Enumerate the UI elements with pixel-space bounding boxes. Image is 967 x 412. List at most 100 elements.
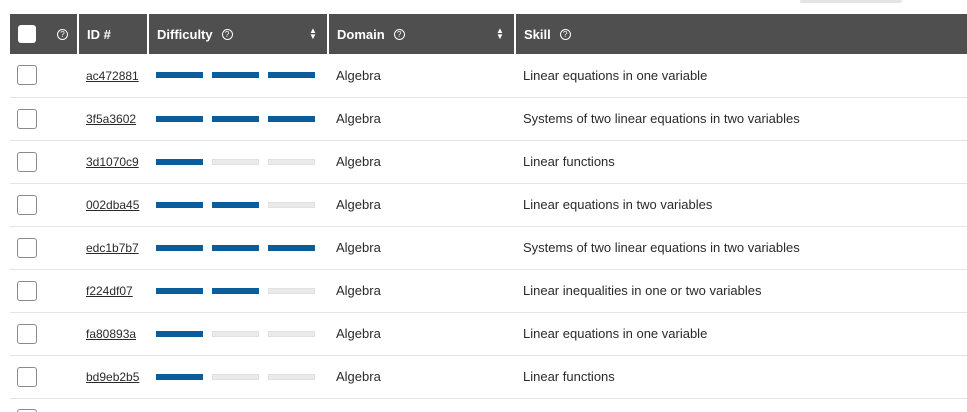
difficulty-meter	[156, 158, 328, 165]
row-checkbox[interactable]	[17, 65, 37, 86]
row-select-cell	[10, 183, 78, 227]
domain-cell: Algebra	[328, 183, 515, 227]
row-select-cell	[10, 355, 78, 399]
id-cell: f224df07	[78, 269, 148, 313]
domain-column-header[interactable]: Domain ? ▲ ▼	[328, 14, 516, 54]
table-row: 3f5a3602 Algebra Systems of two linear equ…	[10, 97, 967, 141]
domain-column-label: Domain	[337, 26, 385, 42]
difficulty-cell	[148, 226, 328, 270]
domain-cell: Algebra	[328, 140, 515, 184]
id-cell: 3f5a3602	[78, 97, 148, 141]
difficulty-column-header[interactable]: Difficulty ? ▲ ▼	[148, 14, 329, 54]
difficulty-bar-filled	[212, 72, 259, 79]
id-cell: fa80893a	[78, 312, 148, 356]
table-row: edc1b7b7 Algebra Systems of two linear equ…	[10, 226, 967, 270]
row-select-cell	[10, 269, 78, 313]
difficulty-cell	[148, 183, 328, 227]
table-row: bd9eb2b5 Algebra Linear functions	[10, 355, 967, 399]
skill-cell: Linear inequalities in one or two variab…	[515, 269, 967, 313]
difficulty-bar-filled	[268, 115, 315, 122]
select-all-checkbox[interactable]	[18, 25, 36, 43]
question-id-link[interactable]: fa80893a	[86, 327, 136, 341]
difficulty-bar-empty	[268, 373, 315, 380]
difficulty-meter	[156, 373, 328, 380]
difficulty-bar-empty	[212, 330, 259, 337]
difficulty-bar-empty	[212, 373, 259, 380]
difficulty-meter	[156, 330, 328, 337]
question-id-link[interactable]: ac472881	[86, 69, 139, 83]
row-checkbox[interactable]	[17, 194, 37, 215]
difficulty-bar-filled	[156, 244, 203, 251]
row-checkbox[interactable]	[17, 408, 37, 412]
difficulty-bar-empty	[268, 330, 315, 337]
table-body: ac472881 Algebra Linear equations in one v…	[10, 54, 967, 412]
id-column-label: ID #	[87, 26, 111, 42]
row-select-cell	[10, 97, 78, 141]
difficulty-bar-filled	[156, 287, 203, 294]
table-header: ? ID # Difficulty ? ▲ ▼ Domain ? ▲ ▼ Ski…	[10, 14, 967, 54]
row-select-cell	[10, 54, 78, 98]
row-checkbox[interactable]	[17, 323, 37, 344]
select-all-header: ?	[10, 14, 79, 54]
difficulty-cell	[148, 355, 328, 399]
domain-cell: Algebra	[328, 97, 515, 141]
row-checkbox[interactable]	[17, 280, 37, 301]
top-control-edge[interactable]	[800, 0, 902, 3]
difficulty-cell	[148, 312, 328, 356]
question-id-link[interactable]: f224df07	[86, 284, 133, 298]
difficulty-bar-filled	[212, 201, 259, 208]
skill-column-label: Skill	[524, 26, 551, 42]
empty-cell	[328, 398, 515, 412]
domain-cell: Algebra	[328, 54, 515, 98]
difficulty-meter	[156, 201, 328, 208]
skill-cell: Systems of two linear equations in two v…	[515, 97, 967, 141]
question-id-link[interactable]: 002dba45	[86, 198, 139, 212]
id-cell: edc1b7b7	[78, 226, 148, 270]
id-cell: ac472881	[78, 54, 148, 98]
question-id-link[interactable]: bd9eb2b5	[86, 370, 139, 384]
difficulty-cell	[148, 269, 328, 313]
domain-help-icon[interactable]: ?	[393, 28, 405, 40]
difficulty-bar-filled	[156, 72, 203, 79]
difficulty-bar-filled	[212, 244, 259, 251]
domain-cell: Algebra	[328, 355, 515, 399]
difficulty-bar-filled	[156, 158, 203, 165]
difficulty-meter	[156, 115, 328, 122]
domain-sort-icon[interactable]: ▲ ▼	[495, 27, 505, 41]
difficulty-meter	[156, 72, 328, 79]
row-checkbox[interactable]	[17, 108, 37, 129]
difficulty-bar-filled	[156, 330, 203, 337]
id-cell: 3d1070c9	[78, 140, 148, 184]
id-cell: 002dba45	[78, 183, 148, 227]
skill-cell: Linear equations in one variable	[515, 312, 967, 356]
question-id-link[interactable]: 3f5a3602	[86, 112, 136, 126]
difficulty-cell	[148, 54, 328, 98]
row-checkbox[interactable]	[17, 151, 37, 172]
skill-cell: Systems of two linear equations in two v…	[515, 226, 967, 270]
difficulty-bar-filled	[212, 287, 259, 294]
domain-cell: Algebra	[328, 226, 515, 270]
skill-cell: Linear functions	[515, 355, 967, 399]
select-help-icon[interactable]: ?	[57, 28, 68, 40]
row-select-cell	[10, 398, 78, 412]
difficulty-bar-empty	[268, 201, 315, 208]
difficulty-help-icon[interactable]: ?	[221, 28, 233, 40]
empty-cell	[148, 398, 328, 412]
difficulty-sort-icon[interactable]: ▲ ▼	[308, 27, 318, 41]
difficulty-bar-empty	[268, 158, 315, 165]
difficulty-bar-filled	[156, 201, 203, 208]
skill-column-header: Skill ?	[515, 14, 967, 54]
difficulty-cell	[148, 140, 328, 184]
table-row: 3d1070c9 Algebra Linear functions	[10, 140, 967, 184]
question-id-link[interactable]: 3d1070c9	[86, 155, 139, 169]
table-row-partial	[10, 398, 967, 412]
empty-cell	[78, 398, 148, 412]
difficulty-bar-empty	[212, 158, 259, 165]
question-id-link[interactable]: edc1b7b7	[86, 241, 139, 255]
difficulty-bar-filled	[156, 115, 203, 122]
row-checkbox[interactable]	[17, 237, 37, 258]
table-row: 002dba45 Algebra Linear equations in two v…	[10, 183, 967, 227]
row-checkbox[interactable]	[17, 366, 37, 387]
skill-help-icon[interactable]: ?	[559, 28, 571, 40]
question-bank-page: ? ID # Difficulty ? ▲ ▼ Domain ? ▲ ▼ Ski…	[0, 0, 967, 412]
